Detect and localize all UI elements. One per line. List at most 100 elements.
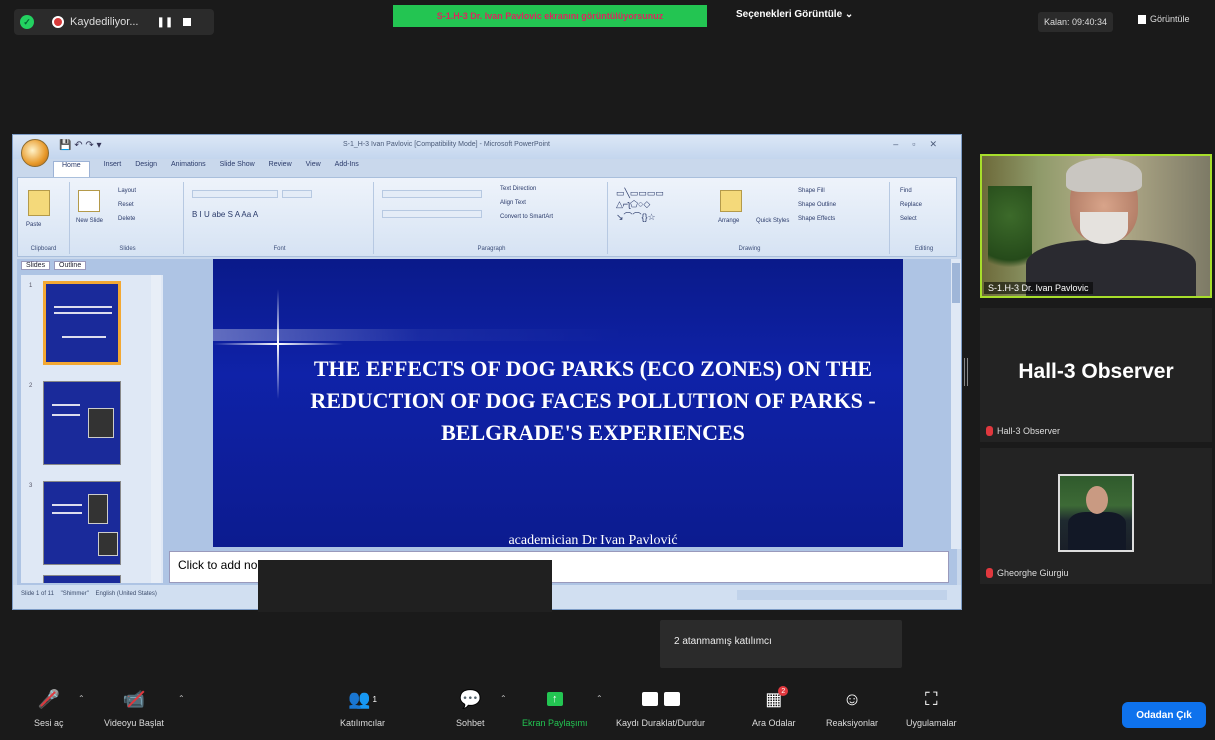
delete-button[interactable]: Delete xyxy=(118,216,135,222)
participant-video-presenter[interactable]: S-1.H-3 Dr. Ivan Pavlovic xyxy=(980,154,1212,298)
security-shield-icon[interactable] xyxy=(20,15,34,29)
slide-thumbnail-2[interactable] xyxy=(43,381,121,465)
convert-smartart-button[interactable]: Convert to SmartArt xyxy=(500,214,553,220)
grid-view-icon xyxy=(1138,14,1146,24)
mic-off-icon: 🎤 xyxy=(38,688,60,710)
ppt-workspace: Slides Outline 1 2 3 THE EFFECTS OF DOG … xyxy=(17,259,961,585)
share-chevron-icon[interactable]: ⌃ xyxy=(596,694,603,703)
slide-thumbnail-1[interactable] xyxy=(43,281,121,365)
ribbon-group-label: Font xyxy=(273,246,286,252)
find-button[interactable]: Find xyxy=(900,188,912,194)
share-screen-button[interactable]: ↑ Ekran Paylaşımı xyxy=(522,688,588,728)
replace-button[interactable]: Replace xyxy=(900,202,922,208)
tab-outline[interactable]: Outline xyxy=(54,261,87,270)
tab-insert[interactable]: Insert xyxy=(104,161,122,177)
thumb-text-line xyxy=(52,504,82,506)
tab-slide-show[interactable]: Slide Show xyxy=(220,161,255,177)
stop-recording-icon[interactable] xyxy=(183,18,192,26)
select-button[interactable]: Select xyxy=(900,216,917,222)
share-screen-label: Ekran Paylaşımı xyxy=(522,718,588,728)
participant-profile-photo xyxy=(1058,474,1134,552)
text-direction-button[interactable]: Text Direction xyxy=(500,186,536,192)
font-format-buttons[interactable]: B I U abe S A Aa A xyxy=(192,210,258,219)
tab-slides[interactable]: Slides xyxy=(21,261,51,270)
mic-muted-icon xyxy=(986,568,993,578)
chat-chevron-icon[interactable]: ⌃ xyxy=(500,694,507,703)
panel-resize-handle[interactable] xyxy=(964,358,968,386)
thumb-image xyxy=(98,532,118,556)
slide-subtitle[interactable]: academician Dr Ivan Pavlović xyxy=(303,533,883,547)
language: English (United States) xyxy=(95,591,157,597)
view-options-button[interactable]: Seçenekleri Görüntüle ⌄ xyxy=(736,9,853,20)
chat-button[interactable]: 💬 Sohbet xyxy=(456,688,485,729)
slide-thumbnail-4[interactable] xyxy=(43,575,121,583)
tab-review[interactable]: Review xyxy=(269,161,292,177)
layout-button[interactable]: Layout xyxy=(118,188,136,194)
view-zoom-controls[interactable] xyxy=(737,590,947,600)
audio-options-chevron-icon[interactable]: ⌃ xyxy=(78,694,85,703)
align-text-button[interactable]: Align Text xyxy=(500,200,526,206)
shape-outline-button[interactable]: Shape Outline xyxy=(798,202,836,208)
arrange-icon[interactable] xyxy=(720,190,742,212)
reactions-label: Reaksiyonlar xyxy=(826,718,879,728)
leave-room-button[interactable]: Odadan Çık xyxy=(1122,702,1206,728)
participants-button[interactable]: 👥 1 Katılımcılar xyxy=(340,688,385,729)
top-bar: Kaydediliyor... ❚❚ S-1.H-3 Dr. Ivan Pavl… xyxy=(0,0,1215,42)
person-hair xyxy=(1066,158,1142,192)
new-slide-button[interactable]: New Slide xyxy=(76,218,103,224)
view-button[interactable]: Görüntüle xyxy=(1138,14,1190,24)
alignment-buttons[interactable] xyxy=(382,210,482,218)
quick-access-toolbar[interactable]: 💾 ↶ ↷ ▾ xyxy=(59,140,102,151)
ribbon-group-editing: Find Replace Select Editing xyxy=(892,182,956,254)
ribbon-group-label: Clipboard xyxy=(30,246,57,252)
thumb-text-line xyxy=(54,306,112,308)
new-slide-icon[interactable] xyxy=(78,190,100,212)
pause-stop-recording-button[interactable]: Kaydı Duraklat/Durdur xyxy=(616,688,705,728)
video-off-icon: 📹 xyxy=(123,688,145,710)
window-controls[interactable]: –▫✕ xyxy=(893,139,951,150)
unassigned-participants-popup[interactable]: 2 atanmamış katılımcı xyxy=(660,620,902,668)
apps-button[interactable]: ⛶ Uygulamalar xyxy=(906,688,957,729)
thumbnails-scrollbar[interactable] xyxy=(151,275,161,583)
tab-add-ins[interactable]: Add-Ins xyxy=(335,161,359,177)
participant-display-name: Hall-3 Observer xyxy=(1018,360,1174,383)
tab-view[interactable]: View xyxy=(306,161,321,177)
start-video-button[interactable]: 📹 Videoyu Başlat xyxy=(104,688,164,729)
slide-thumbnail-3[interactable] xyxy=(43,481,121,565)
breakout-rooms-button[interactable]: ▦ 2 Ara Odalar xyxy=(752,686,796,728)
tab-design[interactable]: Design xyxy=(135,161,157,177)
breakout-rooms-label: Ara Odalar xyxy=(752,718,796,728)
video-options-chevron-icon[interactable]: ⌃ xyxy=(178,694,185,703)
ribbon-group-font: B I U abe S A Aa A Font xyxy=(186,182,374,254)
shape-fill-button[interactable]: Shape Fill xyxy=(798,188,825,194)
thumb-number: 1 xyxy=(29,283,33,289)
reactions-button[interactable]: ☺ Reaksiyonlar xyxy=(826,688,879,729)
list-buttons[interactable] xyxy=(382,190,482,198)
recording-indicator[interactable]: Kaydediliyor... ❚❚ xyxy=(14,9,214,35)
paste-icon[interactable] xyxy=(28,190,50,216)
quick-styles-button[interactable]: Quick Styles xyxy=(756,218,789,224)
tab-animations[interactable]: Animations xyxy=(171,161,206,177)
unmute-button[interactable]: 🎤 Sesi aç xyxy=(34,688,64,729)
font-name-select[interactable] xyxy=(192,190,278,198)
tab-home[interactable]: Home xyxy=(53,161,90,177)
participant-label: Gheorghe Giurgiu xyxy=(986,568,1069,578)
participant-tile-observer[interactable]: Hall-3 Observer Hall-3 Observer xyxy=(980,308,1212,442)
font-size-select[interactable] xyxy=(282,190,312,198)
office-button-icon[interactable] xyxy=(21,139,49,167)
arrange-button[interactable]: Arrange xyxy=(718,218,739,224)
stop-square-icon xyxy=(663,692,680,706)
ribbon-group-label: Slides xyxy=(119,246,136,252)
ribbon-group-label: Paragraph xyxy=(477,246,506,252)
paste-button[interactable]: Paste xyxy=(26,222,41,228)
shapes-gallery[interactable]: ▭╲▭▭▭▭ △⌐ʅ⬠○◇ ↘⌒⌒{}☆ xyxy=(616,188,664,223)
reset-button[interactable]: Reset xyxy=(118,202,134,208)
slide-vertical-scrollbar[interactable] xyxy=(951,259,961,549)
current-slide[interactable]: THE EFFECTS OF DOG PARKS (ECO ZONES) ON … xyxy=(213,259,903,547)
participant-tile-giurgiu[interactable]: Gheorghe Giurgiu xyxy=(980,448,1212,584)
pause-recording-icon[interactable]: ❚❚ xyxy=(156,17,173,28)
thumb-number: 3 xyxy=(29,483,33,489)
scrollbar-thumb[interactable] xyxy=(952,263,960,303)
slide-title[interactable]: THE EFFECTS OF DOG PARKS (ECO ZONES) ON … xyxy=(303,353,883,449)
shape-effects-button[interactable]: Shape Effects xyxy=(798,216,835,222)
